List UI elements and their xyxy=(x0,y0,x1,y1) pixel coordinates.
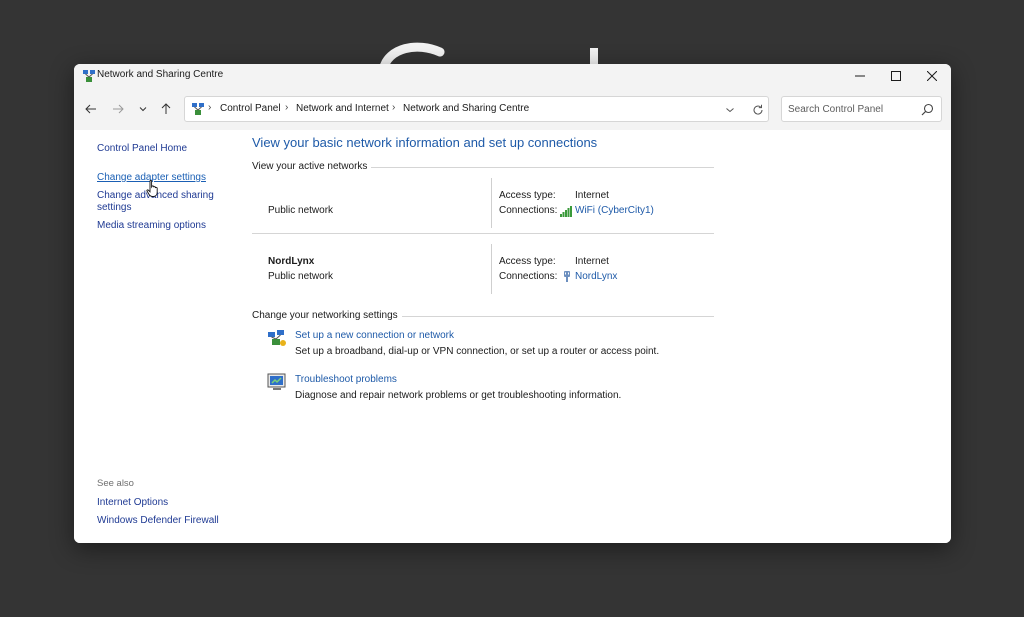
wifi-connection-link[interactable]: WiFi (CyberCity1) xyxy=(575,205,654,216)
troubleshoot-problems-link[interactable]: Troubleshoot problems xyxy=(295,374,397,385)
change-networking-heading: Change your networking settings xyxy=(252,310,402,321)
minimize-button[interactable] xyxy=(842,64,878,88)
back-arrow-icon xyxy=(85,104,96,114)
media-streaming-options-link[interactable]: Media streaming options xyxy=(97,220,206,232)
control-panel-icon xyxy=(192,103,204,115)
up-arrow-icon xyxy=(161,103,171,114)
breadcrumb-network-sharing-centre[interactable]: Network and Sharing Centre xyxy=(403,103,529,114)
see-also-heading: See also xyxy=(97,478,134,489)
internet-options-link[interactable]: Internet Options xyxy=(97,497,168,509)
ethernet-plug-icon xyxy=(564,271,570,282)
wifi-signal-icon xyxy=(560,206,572,217)
network-2-access-value: Internet xyxy=(575,256,609,267)
chevron-down-icon xyxy=(726,108,734,113)
breadcrumb-separator-icon[interactable]: › xyxy=(285,102,288,113)
search-icon[interactable] xyxy=(921,103,934,116)
network-1-access-value: Internet xyxy=(575,190,609,201)
active-networks-heading: View your active networks xyxy=(252,161,372,172)
network-divider xyxy=(491,178,492,228)
troubleshoot-problems-description: Diagnose and repair network problems or … xyxy=(295,390,622,401)
title-bar: Network and Sharing Centre xyxy=(74,64,951,88)
forward-button[interactable] xyxy=(108,99,128,119)
nordlynx-connection-link[interactable]: NordLynx xyxy=(575,271,617,282)
change-advanced-sharing-link-line2[interactable]: settings xyxy=(97,202,131,214)
page-title: View your basic network information and … xyxy=(252,135,598,150)
address-bar[interactable]: › Control Panel › Network and Internet ›… xyxy=(184,96,769,122)
search-box[interactable] xyxy=(781,96,942,122)
breadcrumb-separator-icon[interactable]: › xyxy=(208,102,211,113)
setup-connection-link[interactable]: Set up a new connection or network xyxy=(295,330,454,341)
breadcrumb-network-internet[interactable]: Network and Internet xyxy=(296,103,389,114)
setup-connection-description: Set up a broadband, dial-up or VPN conne… xyxy=(295,346,660,357)
maximize-button[interactable] xyxy=(878,64,914,88)
breadcrumb-control-panel[interactable]: Control Panel xyxy=(220,103,281,114)
troubleshoot-icon xyxy=(267,373,286,390)
recent-locations-button[interactable] xyxy=(133,99,153,119)
control-panel-home-link[interactable]: Control Panel Home xyxy=(97,143,187,155)
close-button[interactable] xyxy=(914,64,950,88)
minimize-icon xyxy=(855,75,865,77)
network-sharing-window: Network and Sharing Centre › Control Pan… xyxy=(74,64,951,543)
network-2-type: Public network xyxy=(268,271,334,282)
chevron-down-icon xyxy=(139,107,147,112)
up-button[interactable] xyxy=(156,99,176,119)
network-1-type: Public network xyxy=(268,205,334,216)
window-title: Network and Sharing Centre xyxy=(97,69,224,80)
windows-defender-firewall-link[interactable]: Windows Defender Firewall xyxy=(97,515,219,527)
refresh-button[interactable] xyxy=(751,103,765,117)
navigation-bar: › Control Panel › Network and Internet ›… xyxy=(74,88,951,130)
address-dropdown-button[interactable] xyxy=(723,103,737,117)
forward-arrow-icon xyxy=(113,104,124,114)
hand-cursor-icon xyxy=(146,180,158,197)
section-divider xyxy=(252,233,714,234)
network-2-connections-key: Connections: xyxy=(499,271,558,282)
network-1-access-key: Access type: xyxy=(499,190,556,201)
back-button[interactable] xyxy=(81,99,101,119)
breadcrumb-separator-icon[interactable]: › xyxy=(392,102,395,113)
content-area: Control Panel Home Change adapter settin… xyxy=(74,130,951,543)
refresh-icon xyxy=(753,104,763,115)
search-input[interactable] xyxy=(788,101,916,117)
maximize-icon xyxy=(891,71,901,81)
new-connection-icon xyxy=(268,330,286,346)
network-2-access-key: Access type: xyxy=(499,256,556,267)
network-divider xyxy=(491,244,492,294)
network-1-connections-key: Connections: xyxy=(499,205,558,216)
network-center-icon xyxy=(83,70,95,82)
close-icon xyxy=(927,71,937,81)
network-2-name: NordLynx xyxy=(268,256,315,267)
